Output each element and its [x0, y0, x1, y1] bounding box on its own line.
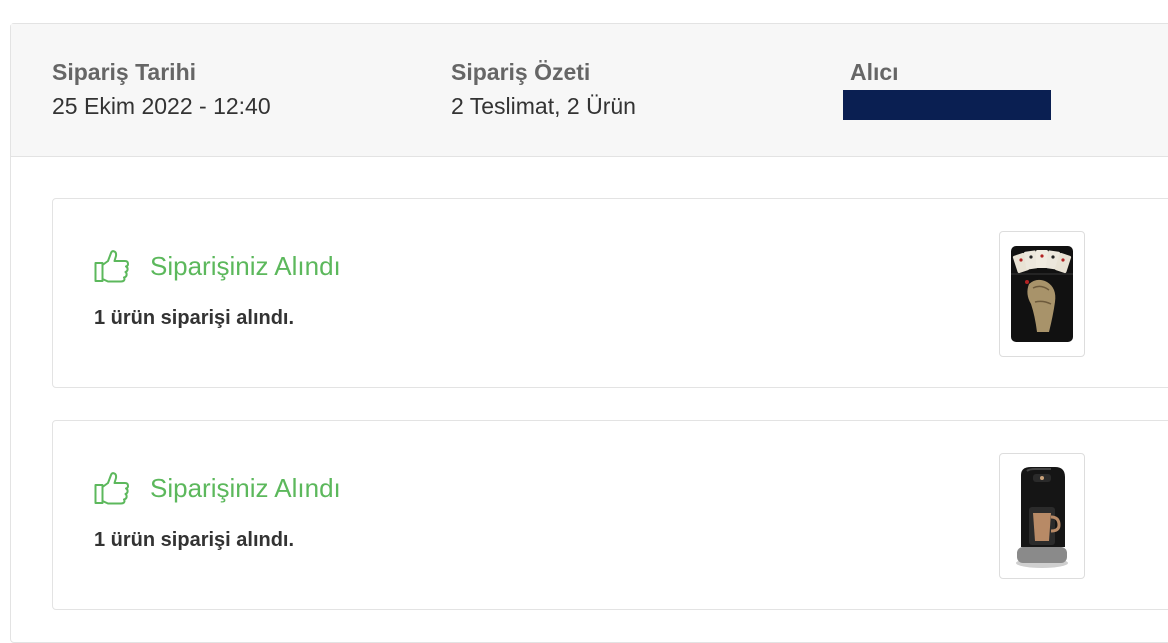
order-summary-label: Sipariş Özeti — [451, 59, 591, 85]
lighter-product-image — [1011, 246, 1073, 342]
order-date-label: Sipariş Tarihi — [52, 59, 197, 85]
delivery-status-detail: 1 ürün siparişi alındı. — [94, 529, 295, 551]
delivery-card-1[interactable]: Siparişiniz Alındı 1 ürün siparişi alınd… — [52, 198, 1168, 388]
order-summary-column: Sipariş Özeti 2 Teslimat, 2 Ürün — [451, 58, 636, 120]
product-thumbnail[interactable] — [999, 453, 1085, 579]
delivery-status-detail: 1 ürün siparişi alındı. — [94, 307, 295, 329]
coffee-machine-product-image — [1016, 467, 1068, 568]
thumbs-up-icon — [94, 472, 129, 505]
recipient-column: Alıcı — [850, 58, 899, 86]
product-thumbnail[interactable] — [999, 231, 1085, 357]
delivery-card-2[interactable]: Siparişiniz Alındı 1 ürün siparişi alınd… — [52, 420, 1168, 610]
order-header: Sipariş Tarihi 25 Ekim 2022 - 12:40 Sipa… — [11, 24, 1168, 157]
order-date-value: 25 Ekim 2022 - 12:40 — [52, 93, 271, 119]
order-date-column: Sipariş Tarihi 25 Ekim 2022 - 12:40 — [52, 58, 271, 120]
delivery-status-text: Siparişiniz Alındı — [150, 251, 341, 281]
recipient-name-redacted — [843, 90, 1051, 120]
order-card: Sipariş Tarihi 25 Ekim 2022 - 12:40 Sipa… — [10, 23, 1168, 643]
order-summary-value: 2 Teslimat, 2 Ürün — [451, 93, 636, 119]
delivery-status-text: Siparişiniz Alındı — [150, 473, 341, 503]
delivery-status-row: Siparişiniz Alındı — [94, 249, 341, 283]
delivery-status-row: Siparişiniz Alındı — [94, 471, 341, 505]
thumbs-up-icon — [94, 250, 129, 283]
recipient-label: Alıcı — [850, 59, 899, 85]
